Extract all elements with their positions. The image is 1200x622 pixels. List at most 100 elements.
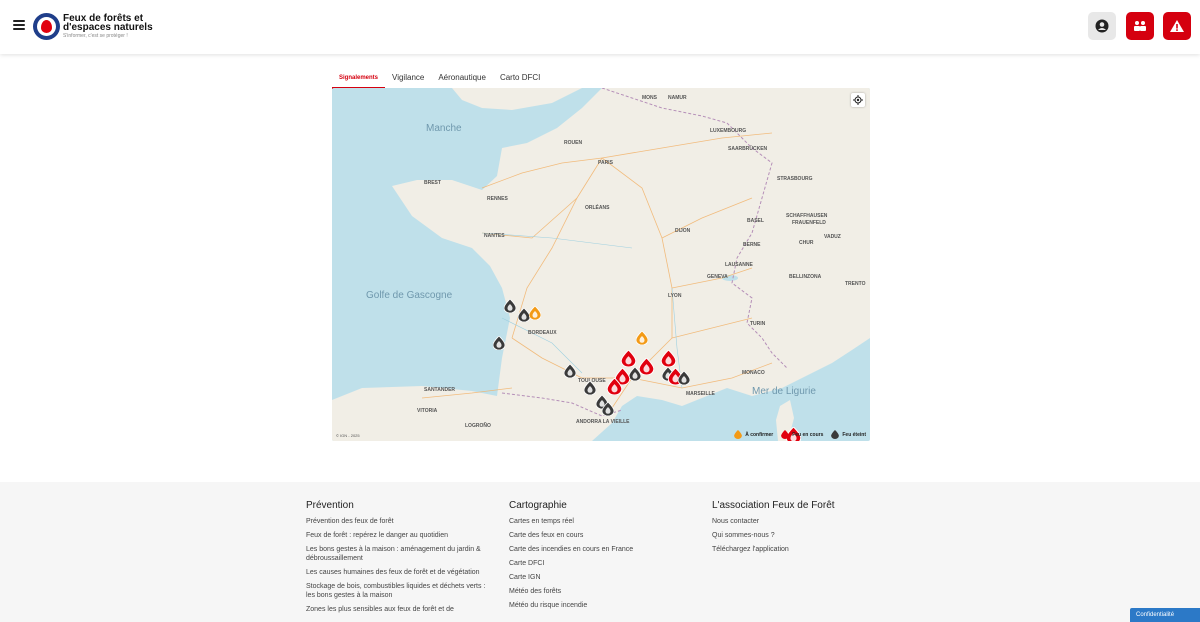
footer-link[interactable]: Météo des forêts	[509, 587, 694, 596]
city-label: ROUEN	[564, 140, 583, 146]
legend-item-to-confirm: À confirmer	[734, 430, 773, 439]
map-copyright: © IGN - 2025	[336, 433, 360, 438]
city-label: SCHAFFHAUSEN	[786, 213, 828, 219]
site-footer: Prévention Prévention des feux de forêt …	[0, 482, 1200, 622]
city-label: BORDEAUX	[528, 330, 557, 336]
footer-link[interactable]: Carte des incendies en cours en France	[509, 545, 694, 554]
footer-link[interactable]: Météo du risque incendie	[509, 601, 694, 610]
sea-label-manche: Manche	[426, 123, 462, 134]
city-label: PARIS	[598, 160, 613, 166]
footer-link[interactable]: Les causes humaines des feux de forêt et…	[306, 568, 491, 577]
fire-marker-extinct[interactable]	[677, 370, 691, 386]
city-label: MONS	[642, 95, 657, 101]
city-label: GENEVA	[707, 274, 728, 280]
account-button[interactable]	[1088, 12, 1116, 40]
map-tabs: Signalements Vigilance Aéronautique Cart…	[332, 69, 547, 89]
city-label: SAARBRÜCKEN	[728, 146, 768, 152]
fire-marker-to-confirm[interactable]	[635, 330, 649, 346]
footer-col-association: L'association Feux de Forêt Nous contact…	[712, 500, 897, 559]
footer-link[interactable]: Carte DFCI	[509, 559, 694, 568]
city-label: VADUZ	[824, 234, 841, 240]
warning-icon	[1170, 20, 1184, 32]
report-fire-button[interactable]	[1163, 12, 1191, 40]
footer-col-title: L'association Feux de Forêt	[712, 500, 835, 511]
flame-red-icon	[781, 430, 790, 439]
city-label: FRAUENFELD	[792, 220, 826, 226]
city-label: BERNE	[743, 242, 761, 248]
city-label: TRENTO	[845, 281, 866, 287]
footer-col-title: Cartographie	[509, 500, 567, 511]
city-label: BELLINZONA	[789, 274, 822, 280]
city-label: CHUR	[799, 240, 814, 246]
brand-logo[interactable]	[33, 13, 60, 40]
fire-marker-extinct[interactable]	[492, 335, 506, 351]
footer-link[interactable]: Nous contacter	[712, 517, 897, 526]
footer-link[interactable]: Carte des feux en cours	[509, 531, 694, 540]
city-label: ORLÉANS	[585, 205, 610, 211]
fire-marker-extinct[interactable]	[628, 366, 642, 382]
locate-button[interactable]	[851, 93, 865, 107]
city-label: BASEL	[747, 218, 764, 224]
city-label: SANTANDER	[424, 387, 456, 393]
user-icon	[1095, 19, 1109, 33]
footer-link[interactable]: Cartes en temps réel	[509, 517, 694, 526]
city-label: MARSEILLE	[686, 391, 715, 397]
map-legend: À confirmer Feu en cours Feu éteint	[734, 430, 866, 439]
fire-marker-extinct[interactable]	[601, 401, 615, 417]
footer-link[interactable]: Feux de forêt : repérez le danger au quo…	[306, 531, 491, 540]
city-label: LYON	[668, 293, 682, 299]
fire-marker-in-progress[interactable]	[660, 348, 676, 367]
footer-link[interactable]: Carte IGN	[509, 573, 694, 582]
city-label: LOGROÑO	[465, 423, 491, 429]
footer-link[interactable]: Prévention des feux de forêt	[306, 517, 491, 526]
footer-col-cartographie: Cartographie Cartes en temps réel Carte …	[509, 500, 694, 615]
footer-col-title: Prévention	[306, 500, 354, 511]
fire-marker-extinct[interactable]	[503, 298, 517, 314]
tab-signalements[interactable]: Signalements	[332, 69, 386, 89]
city-label: LUXEMBOURG	[710, 128, 747, 134]
city-label: DIJON	[675, 228, 691, 234]
footer-col-prevention: Prévention Prévention des feux de forêt …	[306, 500, 491, 619]
footer-link[interactable]: Stockage de bois, combustibles liquides …	[306, 582, 491, 600]
fire-marker-extinct[interactable]	[583, 380, 597, 396]
footer-link[interactable]: Zones les plus sensibles aux feux de for…	[306, 605, 491, 614]
legend-label: Feu en cours	[792, 431, 824, 438]
fire-marker-to-confirm[interactable]	[528, 305, 542, 321]
city-label: NAMUR	[668, 95, 687, 101]
tab-vigilance[interactable]: Vigilance	[385, 69, 431, 89]
privacy-button[interactable]: Confidentialité	[1130, 608, 1200, 622]
top-header: Feux de forêts et d'espaces naturels S'i…	[0, 0, 1200, 54]
city-label: VITORIA	[417, 408, 438, 414]
fire-marker-extinct[interactable]	[563, 363, 577, 379]
city-label: ANDORRA LA VIEILLE	[576, 419, 630, 425]
footer-link[interactable]: Les bons gestes à la maison : aménagemen…	[306, 545, 491, 563]
fire-map[interactable]: Manche Golfe de Gascogne Mer de Ligurie …	[332, 88, 870, 441]
menu-icon[interactable]	[13, 20, 25, 30]
city-label: TURIN	[750, 321, 766, 327]
city-label: STRASBOURG	[777, 176, 813, 182]
sea-label-gascogne: Golfe de Gascogne	[366, 290, 453, 301]
fire-marker-in-progress[interactable]	[620, 348, 636, 367]
flame-grey-icon	[831, 430, 840, 439]
brand-tagline: S'informer, c'est se protéger !	[63, 33, 128, 39]
brand-title[interactable]: Feux de forêts et d'espaces naturels	[63, 14, 183, 33]
footer-link[interactable]: Qui sommes-nous ?	[712, 531, 897, 540]
city-label: NANTES	[484, 233, 505, 239]
alerts-map-button[interactable]	[1126, 12, 1154, 40]
footer-link[interactable]: Téléchargez l'application	[712, 545, 897, 554]
city-label: LAUSANNE	[725, 262, 753, 268]
legend-item-extinct: Feu éteint	[831, 430, 866, 439]
tab-aeronautique[interactable]: Aéronautique	[431, 69, 493, 89]
legend-label: Feu éteint	[842, 431, 866, 438]
flame-orange-icon	[734, 430, 743, 439]
fire-marker-in-progress[interactable]	[606, 376, 622, 395]
crosshair-icon	[853, 95, 863, 105]
legend-item-in-progress: Feu en cours	[781, 430, 823, 439]
city-label: MONACO	[742, 370, 765, 376]
people-icon	[1134, 21, 1146, 31]
sea-label-ligurie: Mer de Ligurie	[752, 386, 816, 397]
tab-carto-dfci[interactable]: Carto DFCI	[493, 69, 547, 89]
city-label: BREST	[424, 180, 441, 186]
legend-label: À confirmer	[745, 431, 774, 438]
city-label: RENNES	[487, 196, 508, 202]
